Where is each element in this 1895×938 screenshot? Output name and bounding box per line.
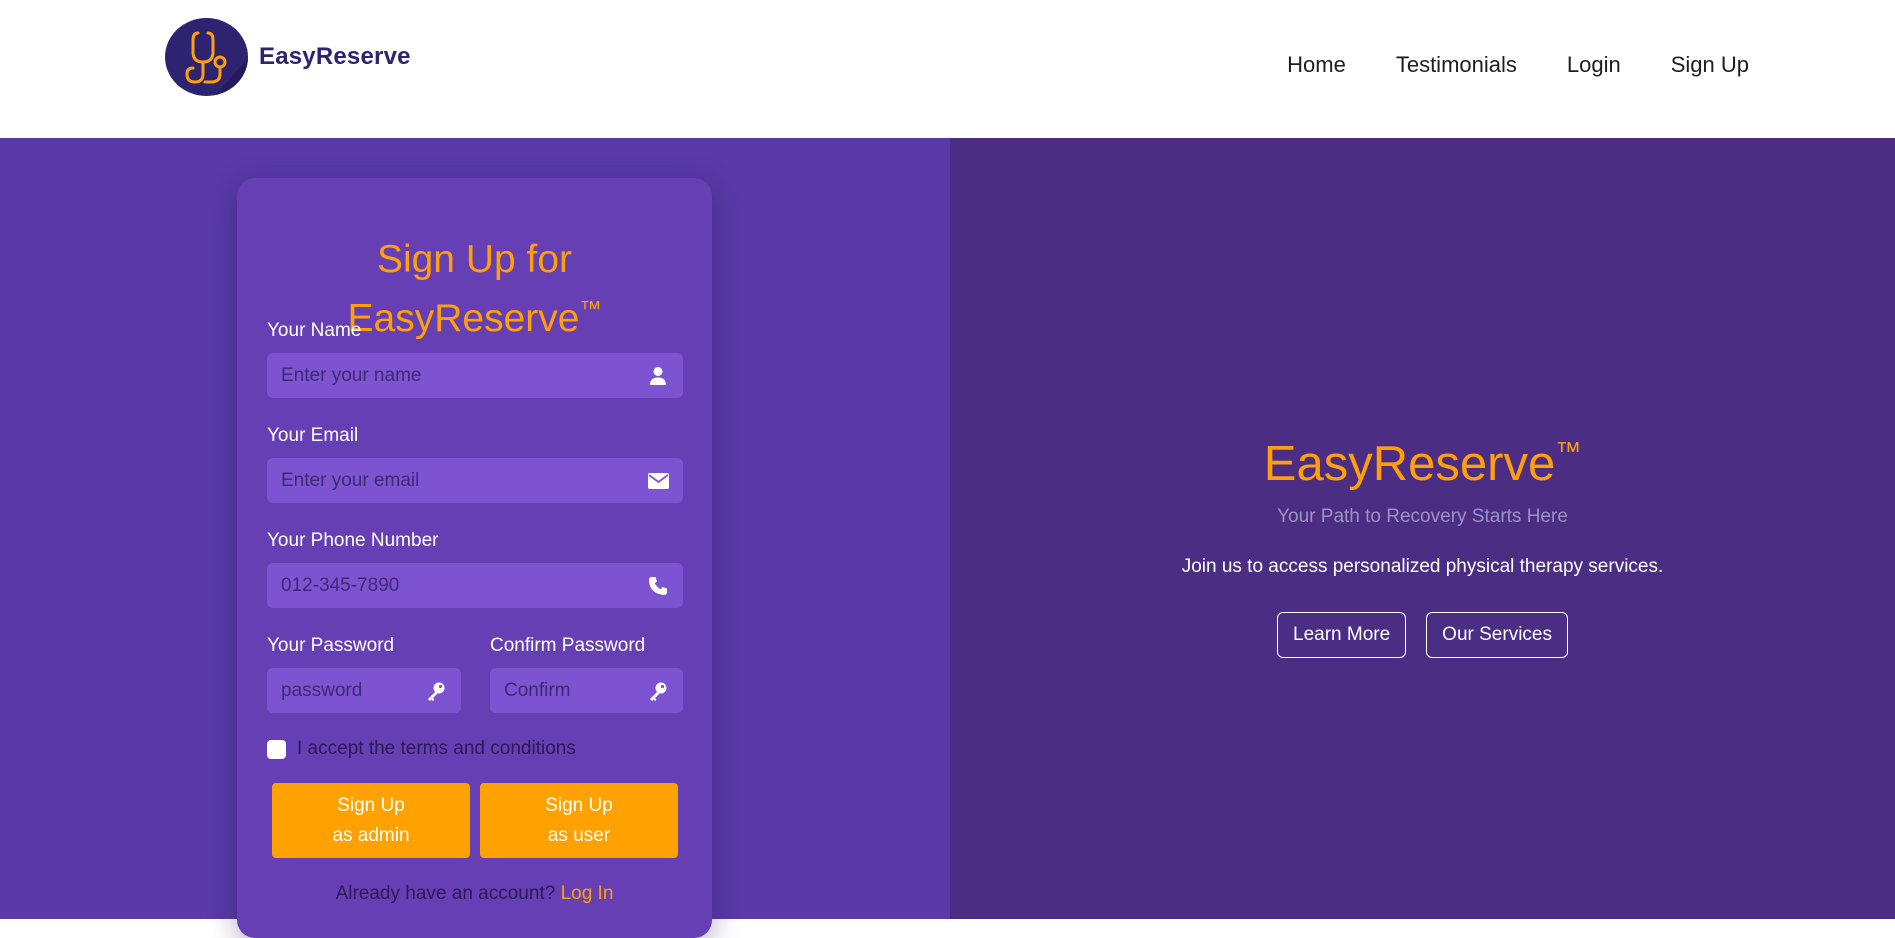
signup-title-line1: Sign Up for bbox=[376, 238, 573, 281]
terms-checkbox[interactable] bbox=[267, 739, 286, 759]
trademark-symbol: ™ bbox=[579, 296, 602, 321]
signup-user-line1: Sign Up bbox=[545, 794, 613, 816]
confirm-password-field bbox=[490, 668, 683, 713]
brand[interactable]: EasyReserve bbox=[165, 18, 411, 96]
envelope-icon bbox=[647, 470, 669, 492]
signup-title-line2: EasyReserve bbox=[347, 297, 580, 340]
key-icon bbox=[425, 680, 447, 702]
signup-panel: Sign Up for EasyReserve™ Your Name Your … bbox=[0, 138, 950, 938]
nav-links: Home Testimonials Login Sign Up bbox=[1287, 52, 1749, 78]
hero-title: EasyReserve™ bbox=[950, 436, 1895, 492]
phone-icon bbox=[647, 575, 669, 597]
name-label: Your Name bbox=[267, 320, 362, 341]
login-row: Already have an account? Log In bbox=[237, 883, 712, 905]
name-field bbox=[267, 353, 683, 398]
navbar: EasyReserve Home Testimonials Login Sign… bbox=[0, 0, 1895, 138]
terms-row: I accept the terms and conditions bbox=[267, 738, 576, 760]
email-input[interactable] bbox=[281, 469, 647, 492]
learn-more-button[interactable]: Learn More bbox=[1277, 612, 1407, 658]
hero-description: Join us to access personalized physical … bbox=[1181, 556, 1664, 577]
phone-label: Your Phone Number bbox=[267, 530, 439, 551]
terms-text: I accept the terms and conditions bbox=[297, 738, 576, 759]
phone-input[interactable] bbox=[281, 574, 647, 597]
brand-name: EasyReserve bbox=[259, 43, 411, 70]
confirm-password-input[interactable] bbox=[504, 679, 647, 702]
signup-user-line2: as user bbox=[547, 824, 611, 846]
hero-buttons: Learn More Our Services bbox=[950, 612, 1895, 658]
our-services-button[interactable]: Our Services bbox=[1426, 612, 1568, 658]
signup-admin-button[interactable]: Sign Up as admin bbox=[272, 783, 470, 858]
name-input[interactable] bbox=[281, 364, 647, 387]
email-label: Your Email bbox=[267, 425, 359, 446]
key-icon bbox=[647, 680, 669, 702]
nav-link-testimonials[interactable]: Testimonials bbox=[1396, 52, 1517, 78]
signup-admin-line1: Sign Up bbox=[337, 794, 405, 816]
hero-subtitle: Your Path to Recovery Starts Here bbox=[1277, 506, 1568, 527]
signup-user-button[interactable]: Sign Up as user bbox=[480, 783, 678, 858]
login-link[interactable]: Log In bbox=[561, 883, 614, 904]
hero-panel: EasyReserve™ Your Path to Recovery Start… bbox=[950, 138, 1895, 919]
password-label: Your Password bbox=[267, 635, 395, 656]
phone-field bbox=[267, 563, 683, 608]
signup-admin-line2: as admin bbox=[332, 824, 410, 846]
login-prompt: Already have an account? bbox=[335, 883, 556, 904]
stethoscope-icon bbox=[165, 18, 248, 96]
email-field bbox=[267, 458, 683, 503]
password-field bbox=[267, 668, 461, 713]
user-icon bbox=[647, 365, 669, 387]
nav-link-login[interactable]: Login bbox=[1567, 52, 1621, 78]
trademark-symbol: ™ bbox=[1555, 436, 1582, 466]
nav-link-signup[interactable]: Sign Up bbox=[1671, 52, 1749, 78]
password-input[interactable] bbox=[281, 679, 425, 702]
confirm-password-label: Confirm Password bbox=[490, 635, 646, 656]
nav-link-home[interactable]: Home bbox=[1287, 52, 1346, 78]
hero-title-text: EasyReserve bbox=[1263, 437, 1556, 491]
